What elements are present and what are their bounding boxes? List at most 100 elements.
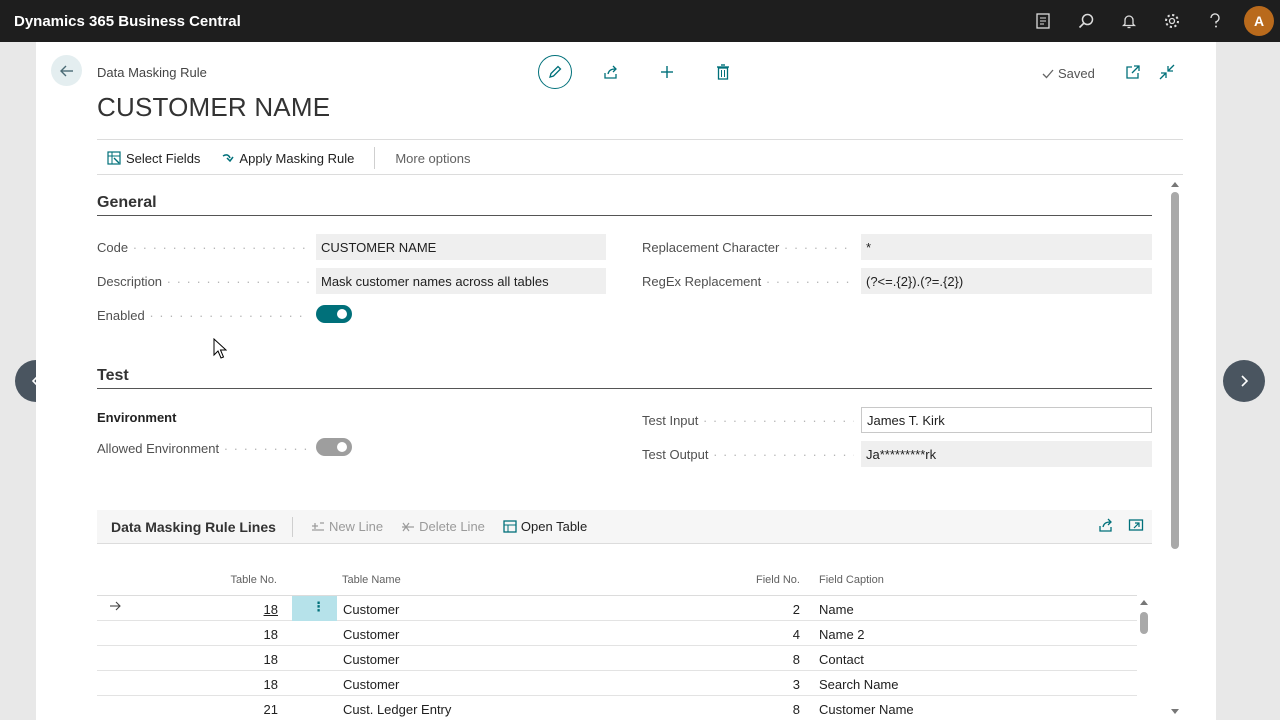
lines-share-button[interactable]	[1098, 517, 1114, 536]
avatar[interactable]: A	[1244, 6, 1274, 36]
edit-button[interactable]	[538, 55, 572, 89]
table-icon	[503, 520, 517, 533]
lines-title[interactable]: Data Masking Rule Lines	[111, 519, 276, 535]
table-name-cell: Customer	[343, 677, 400, 692]
page-title: CUSTOMER NAME	[97, 92, 331, 122]
column-header-field-caption[interactable]: Field Caption	[819, 574, 884, 586]
delete-line-label: Delete Line	[419, 519, 485, 534]
regex-replacement-label: RegEx Replacement	[642, 274, 854, 289]
table-name-cell: Cust. Ledger Entry	[343, 702, 452, 717]
field-no-cell[interactable]: 4	[793, 627, 800, 642]
next-record-button[interactable]	[1223, 360, 1265, 402]
back-button[interactable]	[51, 55, 82, 86]
current-row-arrow-icon	[109, 600, 121, 615]
field-no-cell[interactable]: 8	[793, 652, 800, 667]
test-section-heading[interactable]: Test	[97, 367, 129, 385]
general-section-heading[interactable]: General	[97, 194, 157, 212]
table-row[interactable]: 18 ⋮ Customer 2 Name	[97, 596, 1137, 621]
test-section-divider	[97, 388, 1152, 389]
save-status: Saved	[1042, 66, 1095, 81]
search-icon[interactable]	[1064, 0, 1107, 42]
table-name-cell: Customer	[343, 652, 400, 667]
collapse-button[interactable]	[1156, 62, 1178, 82]
field-no-cell[interactable]: 2	[793, 602, 800, 617]
test-output-value[interactable]: Ja*********rk	[861, 441, 1152, 467]
general-section-divider	[97, 215, 1152, 216]
page-scrollbar[interactable]	[1170, 180, 1180, 716]
breadcrumb: Data Masking Rule	[97, 65, 207, 80]
open-in-new-window-icon	[1126, 65, 1140, 79]
open-new-window-button[interactable]	[1122, 62, 1144, 82]
action-bar: Select Fields Apply Masking Rule More op…	[97, 142, 1183, 174]
table-no-cell[interactable]: 21	[264, 702, 278, 717]
open-table-label: Open Table	[520, 519, 588, 534]
expand-icon	[1128, 519, 1144, 531]
select-fields-icon	[107, 151, 121, 165]
allowed-environment-toggle[interactable]	[316, 438, 352, 456]
delete-line-button[interactable]: Delete Line	[401, 519, 485, 534]
delete-button[interactable]	[706, 55, 740, 89]
table-no-cell[interactable]: 18	[264, 652, 278, 667]
scroll-up-icon[interactable]	[1170, 180, 1180, 188]
replacement-character-label: Replacement Character	[642, 240, 854, 255]
new-button[interactable]	[650, 55, 684, 89]
column-header-table-no[interactable]: Table No.	[200, 574, 277, 586]
table-scrollbar[interactable]	[1139, 598, 1149, 716]
table-row[interactable]: 18 Customer 3 Search Name	[97, 671, 1137, 696]
field-no-cell[interactable]: 3	[793, 677, 800, 692]
row-menu-icon[interactable]: ⋮	[312, 599, 325, 615]
table-no-cell[interactable]: 18	[264, 677, 278, 692]
test-input[interactable]: James T. Kirk	[861, 407, 1152, 433]
regex-replacement-field: RegEx Replacement (?<=.{2}).(?=.{2})	[642, 268, 1152, 294]
more-options-button[interactable]: More options	[395, 151, 470, 166]
document-icon[interactable]	[1021, 0, 1064, 42]
page-scrollbar-thumb[interactable]	[1171, 192, 1179, 549]
help-icon[interactable]	[1193, 0, 1236, 42]
table-scrollbar-thumb[interactable]	[1140, 612, 1148, 634]
bell-icon[interactable]	[1107, 0, 1150, 42]
column-header-table-name[interactable]: Table Name	[342, 574, 401, 586]
apply-masking-rule-button[interactable]: Apply Masking Rule	[222, 151, 354, 166]
field-caption-cell: Customer Name	[819, 702, 914, 717]
field-caption-cell: Name 2	[819, 627, 865, 642]
gear-icon[interactable]	[1150, 0, 1193, 42]
field-caption-cell: Name	[819, 602, 854, 617]
action-bar-divider	[97, 174, 1183, 175]
test-input-label: Test Input	[642, 413, 854, 428]
mouse-cursor-icon	[213, 338, 227, 359]
table-row[interactable]: 21 Cust. Ledger Entry 8 Customer Name	[97, 696, 1137, 720]
lines-separator	[291, 516, 293, 537]
code-field: Code CUSTOMER NAME	[97, 234, 606, 260]
description-value[interactable]: Mask customer names across all tables	[316, 268, 606, 294]
description-field: Description Mask customer names across a…	[97, 268, 606, 294]
lines-expand-button[interactable]	[1128, 517, 1144, 536]
checkmark-icon	[1042, 69, 1054, 78]
table-row[interactable]: 18 Customer 8 Contact	[97, 646, 1137, 671]
new-line-button[interactable]: New Line	[311, 519, 383, 534]
app-bar: Dynamics 365 Business Central A	[0, 0, 1280, 42]
replacement-character-value[interactable]: *	[861, 234, 1152, 260]
regex-replacement-value[interactable]: (?<=.{2}).(?=.{2})	[861, 268, 1152, 294]
scroll-down-icon[interactable]	[1170, 708, 1180, 716]
field-no-cell[interactable]: 8	[793, 702, 800, 717]
code-value[interactable]: CUSTOMER NAME	[316, 234, 606, 260]
allowed-environment-label: Allowed Environment	[97, 441, 309, 456]
test-output-field: Test Output Ja*********rk	[642, 441, 1152, 467]
select-fields-button[interactable]: Select Fields	[107, 151, 200, 166]
action-bar-separator	[374, 147, 376, 169]
enabled-toggle[interactable]	[316, 305, 352, 323]
table-scroll-up-icon[interactable]	[1139, 598, 1149, 606]
table-no-cell[interactable]: 18	[264, 602, 278, 617]
arrow-left-icon	[59, 65, 73, 76]
new-line-icon	[311, 521, 324, 531]
app-title[interactable]: Dynamics 365 Business Central	[0, 13, 1021, 30]
table-row[interactable]: 18 Customer 4 Name 2	[97, 621, 1137, 646]
lines-action-bar: Data Masking Rule Lines New Line Delete …	[97, 510, 1152, 544]
table-no-cell[interactable]: 18	[264, 627, 278, 642]
share-button[interactable]	[594, 55, 628, 89]
column-header-field-no[interactable]: Field No.	[720, 574, 800, 586]
test-input-field: Test Input James T. Kirk	[642, 407, 1152, 433]
share-icon	[1099, 518, 1112, 532]
open-table-button[interactable]: Open Table	[503, 519, 587, 534]
select-fields-label: Select Fields	[126, 150, 201, 166]
